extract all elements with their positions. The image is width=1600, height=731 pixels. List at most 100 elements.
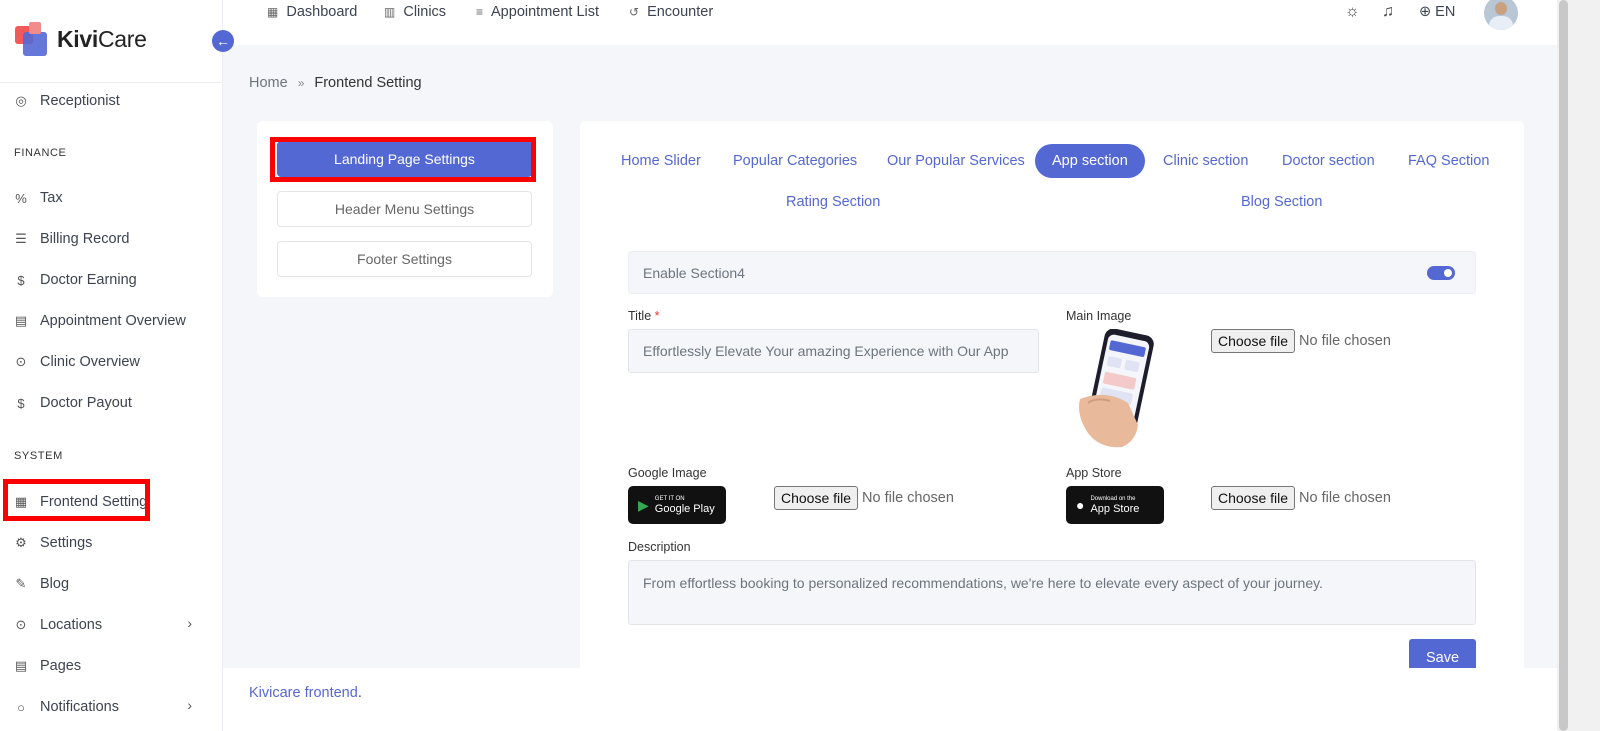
enable-section-label: Enable Section4 (643, 265, 745, 281)
header-menu-settings-button[interactable]: Header Menu Settings (277, 191, 532, 227)
description-label: Description (628, 540, 691, 554)
tab-faq-section[interactable]: FAQ Section (1391, 144, 1506, 178)
footer-suffix: . (357, 685, 362, 701)
receptionist-icon: ◎ (15, 93, 27, 108)
tab-doctor-section[interactable]: Doctor section (1265, 144, 1392, 178)
sidebar-item-label: Billing Record (40, 231, 130, 247)
app-section-card: Home Slider Popular Categories Our Popul… (580, 121, 1524, 681)
google-badge-small: GET IT ON (654, 495, 685, 502)
gear-icon: ⚙ (15, 535, 27, 550)
percent-icon: % (15, 190, 27, 206)
nav-dashboard[interactable]: ▦ Dashboard (267, 4, 357, 20)
title-label-text: Title (628, 309, 652, 323)
sidebar-item-label: Locations (40, 617, 103, 633)
scrollbar-thumb[interactable] (1559, 0, 1568, 731)
sidebar-item-label: Notifications (40, 699, 119, 715)
footer-settings-button[interactable]: Footer Settings (277, 241, 532, 277)
tab-app-section[interactable]: App section (1035, 144, 1145, 178)
tab-home-slider[interactable]: Home Slider (604, 144, 718, 178)
enable-section-row: Enable Section4 (628, 251, 1476, 294)
nav-encounter[interactable]: ↺ Encounter (629, 4, 713, 20)
sidebar-item-label: Doctor Earning (40, 272, 137, 288)
tab-popular-categories[interactable]: Popular Categories (716, 144, 874, 178)
globe-icon: ⊕ (1419, 4, 1432, 20)
chevron-right-icon[interactable]: › (187, 697, 192, 713)
arrow-left-icon: ← (216, 33, 230, 49)
language-label: EN (1435, 4, 1456, 20)
main-image-preview (1079, 329, 1154, 448)
sidebar-item-label: Doctor Payout (40, 395, 132, 411)
logo[interactable]: KiviCare (15, 22, 147, 56)
sun-icon[interactable]: ☼ (1345, 3, 1360, 21)
landing-page-settings-button[interactable]: Landing Page Settings (277, 141, 532, 177)
breadcrumb-current: Frontend Setting (314, 75, 422, 91)
choose-file-button[interactable]: Choose file (1211, 486, 1296, 510)
choose-file-button[interactable]: Choose file (774, 486, 859, 510)
sidebar-item-label: Frontend Setting (40, 494, 148, 510)
google-badge-big: Google Play (654, 502, 715, 515)
breadcrumb: Home » Frontend Setting (249, 75, 422, 91)
logo-text-rest: Care (97, 25, 147, 52)
dollar-icon: $ (17, 395, 25, 411)
sidebar-item-blog[interactable]: ✎ Blog (14, 574, 69, 594)
footer-link[interactable]: Kivicare frontend (249, 685, 358, 701)
section-system: SYSTEM (14, 450, 63, 462)
main-image-label: Main Image (1066, 309, 1132, 323)
sidebar-item-label: Clinic Overview (40, 354, 140, 370)
settings-menu-card: Landing Page Settings Header Menu Settin… (257, 121, 553, 297)
breadcrumb-home[interactable]: Home (249, 75, 288, 91)
sidebar-item-appointment-overview[interactable]: ▤ Appointment Overview (14, 311, 186, 331)
title-input[interactable]: Effortlessly Elevate Your amazing Experi… (628, 329, 1039, 373)
app-store-label: App Store (1066, 466, 1122, 480)
sidebar-item-label: Tax (40, 190, 63, 206)
google-play-badge: ▶ GET IT ON Google Play (628, 486, 726, 524)
apple-icon: ● (1076, 497, 1085, 513)
logo-text-bold: Kivi (57, 25, 98, 52)
sidebar-item-notifications[interactable]: ○ Notifications (14, 697, 119, 717)
language-selector[interactable]: ⊕ EN (1419, 4, 1455, 20)
chevron-right-icon[interactable]: › (187, 615, 192, 631)
scrollbar[interactable] (1557, 0, 1600, 731)
sidebar-item-billing-record[interactable]: ☰ Billing Record (14, 229, 129, 249)
google-image-file-input[interactable]: Choose file No file chosen (774, 486, 954, 510)
building-icon: ▥ (384, 5, 396, 19)
sidebar-item-settings[interactable]: ⚙ Settings (14, 533, 92, 553)
app-store-file-input[interactable]: Choose file No file chosen (1211, 486, 1391, 510)
tab-clinic-section[interactable]: Clinic section (1146, 144, 1265, 178)
divider (0, 82, 222, 83)
enable-section-toggle[interactable] (1427, 266, 1455, 280)
sidebar-item-label: Blog (40, 576, 70, 592)
tab-our-popular-services[interactable]: Our Popular Services (870, 144, 1042, 178)
billing-icon: ☰ (15, 231, 27, 246)
sidebar-item-locations[interactable]: ⊙ Locations (14, 615, 103, 635)
sidebar-item-label: Appointment Overview (40, 313, 186, 329)
nav-label: Clinics (403, 4, 447, 20)
dollar-icon: $ (17, 272, 25, 288)
sidebar-item-doctor-earning[interactable]: $ Doctor Earning (14, 270, 137, 290)
nav-clinics[interactable]: ▥ Clinics (384, 4, 446, 20)
choose-file-button[interactable]: Choose file (1211, 329, 1296, 353)
sidebar-item-frontend-setting[interactable]: ▦ Frontend Setting (14, 492, 147, 512)
bell-icon[interactable]: ♫ (1382, 3, 1394, 21)
footer-text: Kivicare frontend. (249, 685, 362, 701)
sidebar-item-tax[interactable]: % Tax (14, 188, 63, 208)
tab-blog-section[interactable]: Blog Section (1224, 185, 1339, 219)
sidebar-item-pages[interactable]: ▤ Pages (14, 656, 81, 676)
nav-appointment-list[interactable]: ≡ Appointment List (476, 4, 599, 20)
avatar[interactable] (1484, 0, 1518, 30)
sidebar-item-clinic-overview[interactable]: ⊙ Clinic Overview (14, 352, 140, 372)
layout-icon: ▦ (14, 494, 28, 509)
no-file-text: No file chosen (862, 490, 954, 506)
tab-rating-section[interactable]: Rating Section (769, 185, 897, 219)
sidebar-item-receptionist[interactable]: ◎ Receptionist (14, 91, 120, 111)
main-image-file-input[interactable]: Choose file No file chosen (1211, 329, 1391, 353)
sidebar-item-label: Receptionist (40, 93, 120, 109)
sidebar-item-doctor-payout[interactable]: $ Doctor Payout (14, 393, 132, 413)
description-textarea[interactable]: From effortless booking to personalized … (628, 560, 1476, 625)
logo-icon (15, 22, 49, 56)
collapse-sidebar-button[interactable]: ← (212, 30, 234, 52)
grid-icon: ▦ (267, 5, 279, 19)
document-icon: ▤ (14, 313, 28, 328)
nav-label: Appointment List (491, 4, 600, 20)
apple-badge-small: Download on the (1090, 495, 1136, 502)
